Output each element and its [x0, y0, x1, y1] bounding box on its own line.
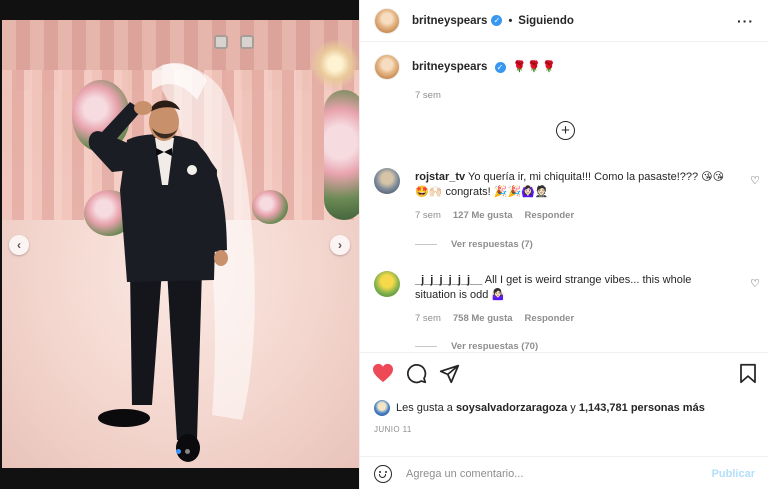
view-replies-label: Ver respuestas (70) — [451, 341, 539, 351]
caption-author-username[interactable]: britneyspears — [412, 61, 487, 73]
carousel-indicator — [176, 449, 190, 454]
post-date[interactable]: JUNIO 11 — [374, 425, 412, 434]
comment-reply-button[interactable]: Responder — [525, 210, 575, 221]
comment-timestamp[interactable]: 7 sem — [415, 210, 441, 221]
likes-summary: Les gusta a soysalvadorzaragoza y 1,143,… — [374, 400, 705, 416]
comment-likes-count[interactable]: 127 Me gusta — [453, 210, 513, 221]
caption-author-avatar[interactable] — [374, 54, 400, 80]
header-separator: • — [508, 14, 513, 27]
post-side-panel: britneyspears ✓ • Siguiendo ··· britneys… — [359, 0, 768, 489]
comment-likes-count[interactable]: 758 Me gusta — [453, 313, 513, 324]
comment-text-block: rojstar_tv Yo quería ir, mi chiquita!!! … — [415, 170, 735, 200]
verified-badge-icon: ✓ — [494, 61, 506, 73]
comment-reply-button[interactable]: Responder — [525, 313, 575, 324]
author-username[interactable]: britneyspears — [412, 15, 487, 27]
carousel-dot-active — [176, 449, 181, 454]
groom-figure — [88, 62, 255, 462]
comment-item: _j_j_j_j_j_j__ All I get is weird strang… — [374, 271, 760, 351]
comment-text-block: _j_j_j_j_j_j__ All I get is weird strang… — [415, 273, 735, 303]
caption-timestamp[interactable]: 7 sem — [415, 90, 441, 101]
comment-timestamp[interactable]: 7 sem — [415, 313, 441, 324]
carousel-prev-button[interactable]: ‹ — [9, 235, 29, 255]
commenter-username[interactable]: _j_j_j_j_j_j__ — [415, 274, 482, 286]
post-header: britneyspears ✓ • Siguiendo ··· — [360, 0, 768, 42]
liker-avatar[interactable] — [374, 400, 390, 416]
replies-divider — [415, 346, 437, 347]
post-caption: britneyspears ✓ 🌹🌹🌹 — [360, 42, 768, 80]
commenter-avatar[interactable] — [374, 168, 400, 194]
comment-input[interactable] — [406, 467, 712, 480]
view-replies-button[interactable]: Ver respuestas (7) — [415, 239, 533, 250]
comment-bubble-icon[interactable] — [406, 363, 427, 384]
post-photo[interactable] — [2, 20, 359, 468]
carousel-next-button[interactable]: › — [330, 235, 350, 255]
carousel-dot — [185, 449, 190, 454]
comment-item: rojstar_tv Yo quería ir, mi chiquita!!! … — [374, 168, 760, 252]
view-replies-label: Ver respuestas (7) — [451, 239, 533, 250]
emoji-picker-icon[interactable] — [374, 464, 392, 483]
comment-meta: 7 sem 758 Me gusta Responder — [415, 313, 574, 324]
post-media-pane: ‹ › — [0, 0, 359, 489]
chevron-right-icon: › — [338, 238, 342, 252]
load-more-comments-icon[interactable]: + — [556, 121, 575, 140]
commenter-username[interactable]: rojstar_tv — [415, 171, 465, 183]
replies-divider — [415, 244, 437, 245]
following-button[interactable]: Siguiendo — [518, 15, 574, 27]
more-options-icon[interactable]: ··· — [737, 13, 754, 29]
post-action-icons — [372, 363, 758, 387]
commenter-avatar[interactable] — [374, 271, 400, 297]
comment-meta: 7 sem 127 Me gusta Responder — [415, 210, 574, 221]
comment-like-heart-icon[interactable]: ♡ — [750, 174, 760, 187]
author-avatar[interactable] — [374, 7, 400, 34]
instagram-post-modal: ‹ › britneyspears ✓ • Siguiendo ··· brit… — [0, 0, 768, 489]
add-comment-bar: Publicar — [360, 456, 768, 489]
likes-prefix: Les gusta a — [396, 402, 453, 414]
likes-count[interactable]: 1,143,781 personas más — [579, 402, 705, 414]
share-paper-plane-icon[interactable] — [439, 363, 460, 384]
comment-like-heart-icon[interactable]: ♡ — [750, 277, 760, 290]
verified-badge-icon: ✓ — [491, 15, 503, 26]
post-actions-section: Les gusta a soysalvadorzaragoza y 1,143,… — [360, 352, 768, 489]
chevron-left-icon: ‹ — [17, 238, 21, 252]
publish-button[interactable]: Publicar — [712, 468, 755, 480]
like-heart-icon[interactable] — [372, 363, 394, 383]
save-bookmark-icon[interactable] — [739, 363, 757, 384]
view-replies-button[interactable]: Ver respuestas (70) — [415, 341, 538, 351]
caption-text: 🌹🌹🌹 — [512, 61, 557, 73]
liker-username[interactable]: soysalvadorzaragoza — [456, 402, 567, 414]
likes-conjunction: y — [570, 402, 576, 414]
